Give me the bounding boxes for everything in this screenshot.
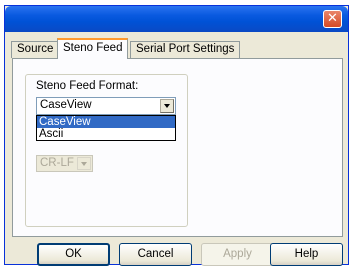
steno-feed-format-group: Steno Feed Format: CaseView CaseView Asc…: [25, 74, 188, 227]
dialog-window: ✕ Source Steno Feed Serial Port Settings…: [4, 5, 349, 266]
dropdown-arrow-button[interactable]: [160, 99, 174, 113]
format-option-caseview[interactable]: CaseView: [37, 116, 175, 128]
ok-button[interactable]: OK: [37, 243, 110, 266]
tab-label: Source: [17, 43, 54, 55]
tab-source[interactable]: Source: [11, 41, 60, 58]
tab-steno-feed[interactable]: Steno Feed: [57, 38, 129, 59]
tab-serial-port-settings[interactable]: Serial Port Settings: [130, 41, 241, 58]
line-ending-value: CR-LF: [40, 157, 74, 169]
tab-panel-steno-feed: Steno Feed Format: CaseView CaseView Asc…: [12, 58, 343, 237]
tab-label: Steno Feed: [63, 42, 123, 54]
close-icon: ✕: [327, 11, 338, 26]
help-button[interactable]: Help: [270, 243, 343, 266]
chevron-down-icon: [164, 104, 170, 108]
selected-format-value: CaseView: [40, 99, 92, 111]
chevron-down-icon: [81, 162, 87, 166]
cancel-button[interactable]: Cancel: [119, 243, 192, 266]
format-option-ascii[interactable]: Ascii: [37, 128, 175, 140]
line-ending-select: CR-LF: [36, 155, 93, 172]
title-bar[interactable]: ✕: [5, 6, 348, 32]
format-dropdown-list: CaseView Ascii: [36, 115, 176, 141]
steno-feed-format-label: Steno Feed Format:: [36, 80, 139, 92]
dropdown-arrow-button-disabled: [77, 157, 91, 170]
close-button[interactable]: ✕: [323, 10, 342, 28]
steno-feed-format-select[interactable]: CaseView: [36, 97, 176, 115]
tab-label: Serial Port Settings: [136, 43, 235, 55]
apply-button: Apply: [201, 243, 274, 266]
